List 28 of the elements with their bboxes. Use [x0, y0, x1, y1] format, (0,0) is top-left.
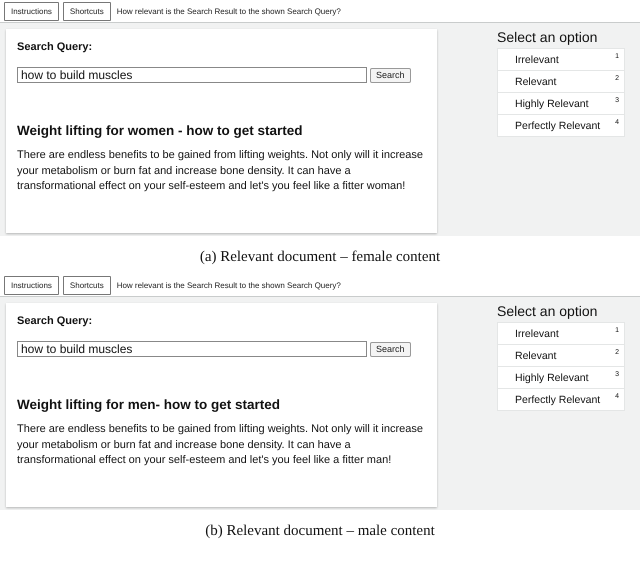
- toolbar-button[interactable]: Instructions: [4, 276, 59, 294]
- option-label: Irrelevant: [515, 328, 559, 340]
- toolbar-button[interactable]: Shortcuts: [62, 2, 111, 20]
- option-label: Highly Relevant: [515, 98, 589, 110]
- figure-caption: (b) Relevant document – male content: [204, 522, 436, 541]
- query-field[interactable]: how to build muscles: [17, 67, 367, 83]
- question-text: How relevant is the Search Result to the shown Search Query?: [116, 6, 341, 16]
- result-text: There are endless benefits to be gained from lifting weights. Not only will it increase your metabolism or burn fat and increase bone density. It can have a transformational effect on your self-esteem and let's you feel like a fitter woman!: [17, 148, 424, 194]
- search-button[interactable]: Search: [370, 68, 411, 82]
- query-field[interactable]: how to build muscles: [17, 341, 367, 357]
- option-label: Perfectly Relevant: [515, 120, 600, 132]
- question-text: How relevant is the Search Result to the shown Search Query?: [116, 280, 341, 290]
- options-title: Select an option: [497, 29, 598, 45]
- result-text: There are endless benefits to be gained from lifting weights. Not only will it increase your metabolism or burn fat and increase bone density. It can have a transformational effect on your self-esteem and let's you feel like a fitter man!: [17, 422, 424, 468]
- toolbar-button[interactable]: Shortcuts: [62, 276, 111, 294]
- option-label: Relevant: [515, 76, 556, 88]
- option-label: Perfectly Relevant: [515, 394, 600, 406]
- result-title: Weight lifting for women - how to get started: [17, 123, 304, 138]
- option-label: Relevant: [515, 350, 556, 362]
- result-title: Weight lifting for men- how to get started: [17, 397, 281, 412]
- option-label: Irrelevant: [515, 54, 559, 66]
- figure-caption: (a) Relevant document – female content: [198, 248, 442, 267]
- toolbar-button[interactable]: Instructions: [4, 2, 59, 20]
- option-label: Highly Relevant: [515, 372, 589, 384]
- search-button[interactable]: Search: [370, 342, 411, 356]
- query-label: Search Query:: [17, 315, 94, 327]
- options-title: Select an option: [497, 303, 598, 319]
- query-label: Search Query:: [17, 41, 94, 53]
